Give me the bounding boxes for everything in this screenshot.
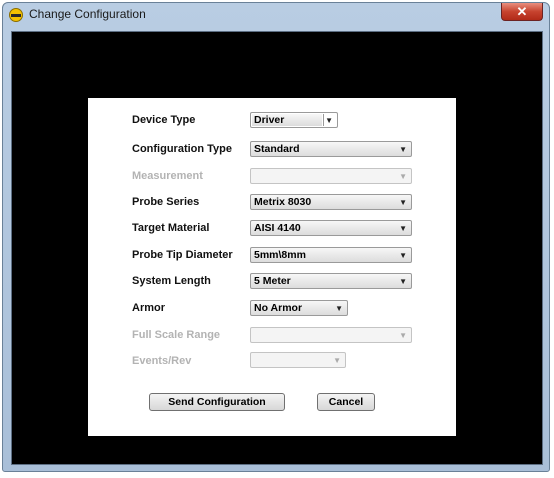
- full-scale-range-label: Full Scale Range: [132, 329, 221, 341]
- device-type-label: Device Type: [132, 114, 196, 126]
- measurement-label: Measurement: [132, 170, 203, 182]
- events-rev-select[interactable]: ▼: [250, 352, 346, 368]
- title-bar[interactable]: Change Configuration ✕: [3, 3, 549, 27]
- device-type-select[interactable]: Driver ▼: [250, 112, 338, 128]
- chevron-down-icon: ▼: [399, 224, 407, 233]
- chevron-down-icon: ▼: [399, 145, 407, 154]
- chevron-down-icon: ▼: [399, 198, 407, 207]
- system-length-value: 5 Meter: [254, 275, 291, 287]
- chevron-down-icon: ▼: [399, 172, 407, 181]
- close-button[interactable]: ✕: [501, 3, 543, 21]
- probe-tip-diameter-value: 5mm\8mm: [254, 249, 306, 261]
- system-length-label: System Length: [132, 275, 211, 287]
- chevron-down-icon: ▼: [333, 356, 341, 365]
- full-scale-range-select[interactable]: ▼: [250, 327, 412, 343]
- configuration-type-label: Configuration Type: [132, 143, 233, 155]
- system-length-select[interactable]: 5 Meter ▼: [250, 273, 412, 289]
- configuration-window: Change Configuration ✕ Device Type Drive…: [2, 2, 550, 472]
- probe-series-select[interactable]: Metrix 8030 ▼: [250, 194, 412, 210]
- send-configuration-button[interactable]: Send Configuration: [149, 393, 285, 411]
- configuration-panel: Device Type Driver ▼ Configuration Type …: [88, 98, 456, 436]
- events-rev-label: Events/Rev: [132, 355, 192, 367]
- probe-series-label: Probe Series: [132, 196, 200, 208]
- cancel-button[interactable]: Cancel: [317, 393, 375, 411]
- armor-select[interactable]: No Armor ▼: [250, 300, 348, 316]
- client-area: Device Type Driver ▼ Configuration Type …: [11, 31, 543, 465]
- target-material-label: Target Material: [132, 222, 210, 234]
- probe-series-value: Metrix 8030: [254, 196, 312, 208]
- app-icon: [9, 8, 23, 22]
- target-material-value: AISI 4140: [254, 222, 301, 234]
- probe-tip-diameter-select[interactable]: 5mm\8mm ▼: [250, 247, 412, 263]
- chevron-down-icon: ▼: [399, 331, 407, 340]
- armor-label: Armor: [132, 302, 166, 314]
- device-type-value: Driver: [254, 114, 285, 126]
- armor-value: No Armor: [254, 302, 303, 314]
- chevron-down-icon: ▼: [399, 251, 407, 260]
- measurement-select[interactable]: ▼: [250, 168, 412, 184]
- configuration-type-select[interactable]: Standard ▼: [250, 141, 412, 157]
- target-material-select[interactable]: AISI 4140 ▼: [250, 220, 412, 236]
- window-title: Change Configuration: [29, 7, 146, 21]
- configuration-type-value: Standard: [254, 143, 300, 155]
- chevron-down-icon: ▼: [399, 277, 407, 286]
- chevron-down-icon: ▼: [325, 116, 333, 125]
- chevron-down-icon: ▼: [335, 304, 343, 313]
- probe-tip-diameter-label: Probe Tip Diameter: [132, 249, 233, 261]
